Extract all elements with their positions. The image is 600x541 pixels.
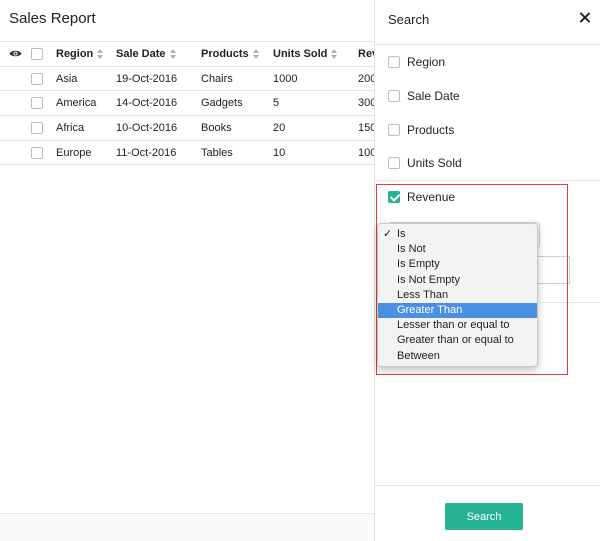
operator-option[interactable]: Is Not Empty — [378, 273, 537, 288]
sale-date-checkbox[interactable] — [388, 90, 400, 102]
search-field-units-sold[interactable]: Units Sold — [388, 156, 462, 170]
cell-region: Asia — [56, 72, 78, 85]
select-all-checkbox[interactable] — [31, 42, 44, 66]
products-checkbox[interactable] — [388, 124, 400, 136]
table-row: Europe 11-Oct-2016 Tables 10 100 — [0, 141, 374, 166]
report-table: Region Sale Date Products Units Sold Rev… — [0, 41, 374, 166]
sort-icon[interactable] — [169, 48, 177, 59]
cell-products: Books — [201, 121, 232, 134]
search-field-label: Region — [407, 55, 446, 69]
table-row: Asia 19-Oct-2016 Chairs 1000 200 — [0, 67, 374, 92]
row-checkbox[interactable] — [31, 91, 44, 115]
search-field-products[interactable]: Products — [388, 123, 454, 137]
cell-revenue: 200 — [358, 72, 374, 85]
search-field-label: Units Sold — [407, 156, 462, 170]
units-sold-checkbox[interactable] — [388, 157, 400, 169]
operator-option[interactable]: Is Not — [378, 242, 537, 257]
eye-icon[interactable] — [7, 42, 23, 66]
cell-products: Gadgets — [201, 97, 243, 110]
divider — [375, 44, 600, 45]
operator-option[interactable]: Between — [378, 349, 537, 364]
report-area: Sales Report Region Sale Date Products U… — [0, 0, 374, 541]
operator-option[interactable]: Is Empty — [378, 257, 537, 272]
cell-region: Africa — [56, 121, 85, 134]
cell-revenue: 100 — [358, 146, 374, 159]
sort-icon[interactable] — [331, 48, 338, 59]
row-checkbox[interactable] — [31, 116, 44, 140]
search-field-region[interactable]: Region — [388, 55, 445, 69]
divider — [374, 485, 600, 486]
cell-units-sold: 20 — [273, 121, 286, 134]
row-checkbox[interactable] — [31, 141, 44, 165]
checkmark-icon: ✓ — [383, 228, 393, 240]
table-header-row: Region Sale Date Products Units Sold Rev — [0, 42, 374, 67]
search-field-label: Sale Date — [407, 89, 460, 103]
cell-units-sold: 1000 — [273, 72, 298, 85]
cell-region: America — [56, 97, 97, 110]
cell-revenue: 300 — [358, 97, 374, 110]
sort-icon[interactable] — [97, 48, 104, 59]
page-title: Sales Report — [9, 10, 96, 27]
cell-units-sold: 5 — [273, 97, 280, 110]
close-icon[interactable] — [576, 9, 594, 27]
cell-revenue: 150 — [358, 121, 374, 134]
cell-sale-date: 10-Oct-2016 — [116, 121, 178, 134]
cell-products: Tables — [201, 146, 233, 159]
operator-option[interactable]: ✓ Is — [378, 227, 537, 242]
report-footer — [0, 513, 374, 541]
region-checkbox[interactable] — [388, 56, 400, 68]
operator-option[interactable]: Greater than or equal to — [378, 333, 537, 348]
operator-dropdown[interactable]: ✓ Is Is Not Is Empty Is Not Empty Less Th… — [377, 223, 538, 367]
divider — [375, 180, 600, 181]
search-field-sale-date[interactable]: Sale Date — [388, 89, 460, 103]
operator-option[interactable]: Less Than — [378, 288, 537, 303]
operator-option[interactable]: Lesser than or equal to — [378, 318, 537, 333]
column-header-sale-date[interactable]: Sale Date — [116, 42, 177, 66]
cell-sale-date: 14-Oct-2016 — [116, 97, 178, 110]
cell-sale-date: 19-Oct-2016 — [116, 72, 178, 85]
sort-icon[interactable] — [252, 48, 260, 59]
column-header-region[interactable]: Region — [56, 42, 104, 66]
search-field-label: Products — [407, 123, 455, 137]
search-panel-title: Search — [388, 12, 430, 27]
table-row: Africa 10-Oct-2016 Books 20 150 — [0, 116, 374, 141]
row-checkbox[interactable] — [31, 67, 44, 91]
column-header-revenue[interactable]: Rev — [358, 42, 374, 66]
cell-products: Chairs — [201, 72, 233, 85]
cell-sale-date: 11-Oct-2016 — [116, 146, 177, 159]
cell-units-sold: 10 — [273, 146, 286, 159]
table-row: America 14-Oct-2016 Gadgets 5 300 — [0, 91, 374, 117]
column-header-units-sold[interactable]: Units Sold — [273, 42, 338, 66]
cell-region: Europe — [56, 146, 92, 159]
search-button[interactable]: Search — [445, 503, 523, 530]
column-header-products[interactable]: Products — [201, 42, 260, 66]
operator-option[interactable]: Greater Than — [378, 302, 537, 319]
